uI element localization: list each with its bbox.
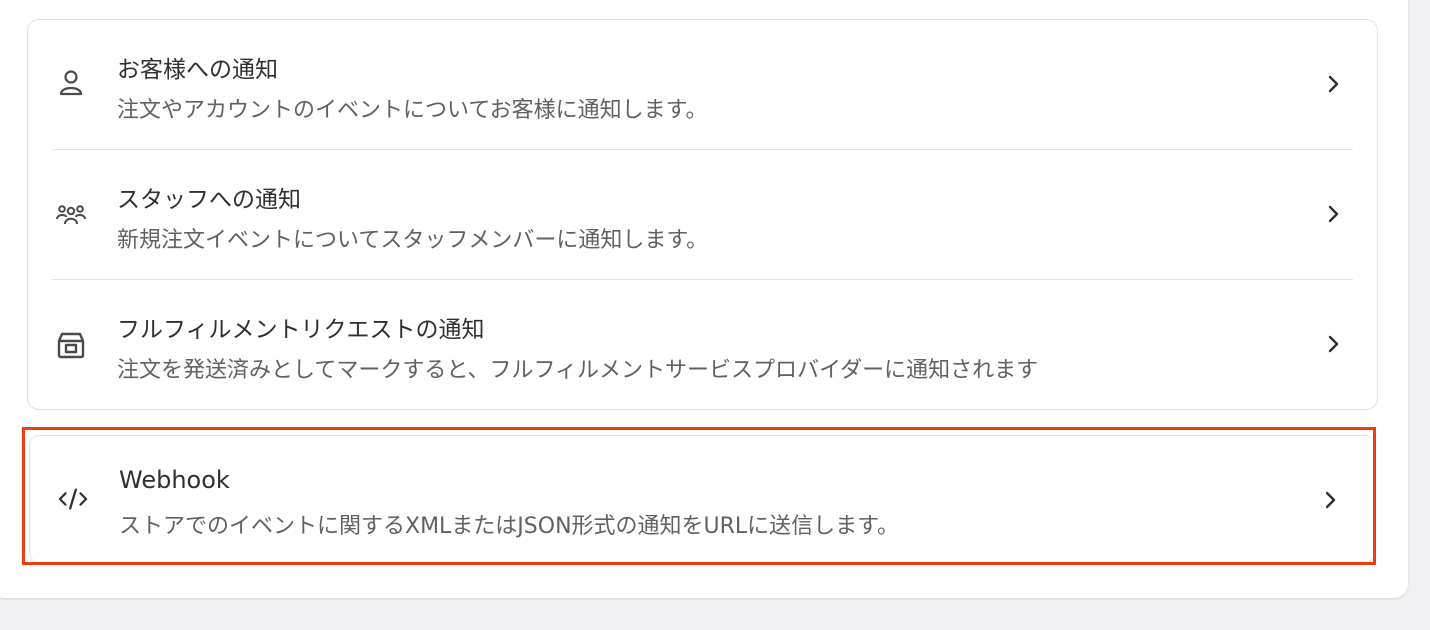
customer-notifications-description: 注文やアカウントのイベントについてお客様に通知します。 — [117, 98, 708, 123]
customer-notifications-row[interactable]: お客様への通知 注文やアカウントのイベントについてお客様に通知します。 — [28, 20, 1377, 149]
chevron-right-icon — [1328, 75, 1339, 93]
fulfillment-notifications-description: 注文を発送済みとしてマークすると、フルフィルメントサービスプロバイダーに通知され… — [117, 358, 1039, 383]
chevron-right-icon — [1328, 335, 1339, 353]
customer-notifications-title: お客様への通知 — [117, 57, 278, 83]
person-icon — [56, 68, 86, 98]
store-box-icon — [56, 330, 86, 360]
staff-notifications-row[interactable]: スタッフへの通知 新規注文イベントについてスタッフメンバーに通知します。 — [28, 150, 1377, 279]
staff-notifications-description: 新規注文イベントについてスタッフメンバーに通知します。 — [117, 228, 709, 253]
people-icon — [56, 200, 86, 230]
fulfillment-notifications-row[interactable]: フルフィルメントリクエストの通知 注文を発送済みとしてマークすると、フルフィルメ… — [28, 280, 1377, 409]
staff-notifications-title: スタッフへの通知 — [117, 187, 301, 213]
highlight-frame — [22, 427, 1376, 565]
fulfillment-notifications-title: フルフィルメントリクエストの通知 — [117, 317, 485, 343]
notifications-group-card: お客様への通知 注文やアカウントのイベントについてお客様に通知します。 スタッフ… — [27, 19, 1378, 410]
chevron-right-icon — [1328, 205, 1339, 223]
